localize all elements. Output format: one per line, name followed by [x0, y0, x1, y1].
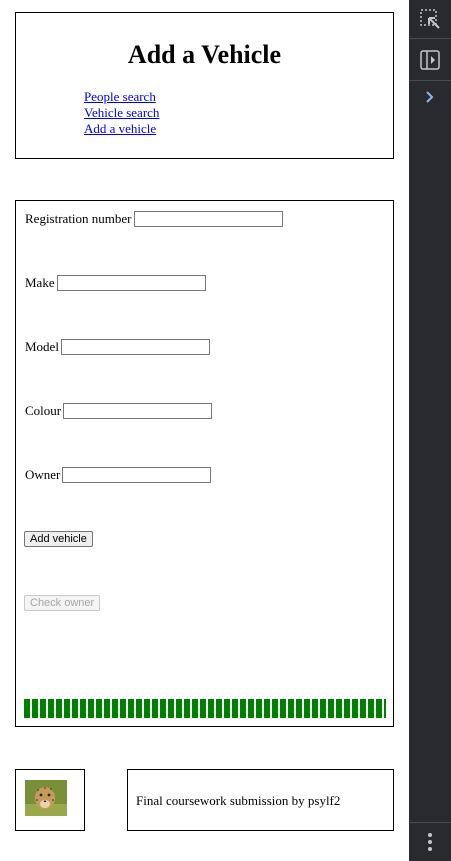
make-input[interactable] — [56, 275, 206, 292]
page-title: Add a Vehicle — [127, 40, 282, 69]
colour-label: Colour — [25, 403, 62, 419]
nav-link-people-search[interactable]: People search — [84, 89, 156, 104]
nav-links: People search Vehicle search Add a vehic… — [84, 89, 159, 137]
header-panel: Add a Vehicle People search Vehicle sear… — [15, 12, 394, 159]
colour-input[interactable] — [63, 403, 213, 420]
add-vehicle-button[interactable]: Add vehicle — [24, 531, 93, 547]
model-input[interactable] — [60, 339, 210, 356]
more-options-icon[interactable] — [409, 823, 451, 861]
inspect-element-icon[interactable] — [409, 0, 451, 38]
chevron-right-icon[interactable] — [409, 78, 451, 116]
toggle-panel-icon[interactable] — [409, 41, 451, 79]
cheetah-photo — [25, 780, 67, 816]
nav-link-vehicle-search[interactable]: Vehicle search — [84, 105, 159, 120]
check-owner-button[interactable]: Check owner — [24, 595, 101, 611]
owner-field: Owner — [25, 465, 212, 484]
make-field: Make — [25, 273, 206, 292]
model-field: Model — [25, 337, 210, 356]
avatar-panel — [15, 769, 85, 831]
nav-link-add-vehicle[interactable]: Add a vehicle — [84, 121, 156, 136]
credit-panel: Final coursework submission by psylf2 — [127, 769, 394, 831]
make-label: Make — [25, 275, 55, 291]
decorative-stripe — [24, 699, 386, 718]
registration-field: Registration number — [25, 209, 283, 228]
registration-label: Registration number — [25, 211, 132, 227]
registration-input[interactable] — [133, 211, 283, 228]
owner-label: Owner — [25, 467, 61, 483]
model-label: Model — [25, 339, 59, 355]
colour-field: Colour — [25, 401, 213, 420]
credit-text: Final coursework submission by psylf2 — [136, 793, 341, 808]
devtools-panel — [409, 0, 451, 861]
owner-input[interactable] — [62, 467, 212, 484]
add-vehicle-form: Registration number Make Model Colour Ow… — [15, 200, 394, 727]
